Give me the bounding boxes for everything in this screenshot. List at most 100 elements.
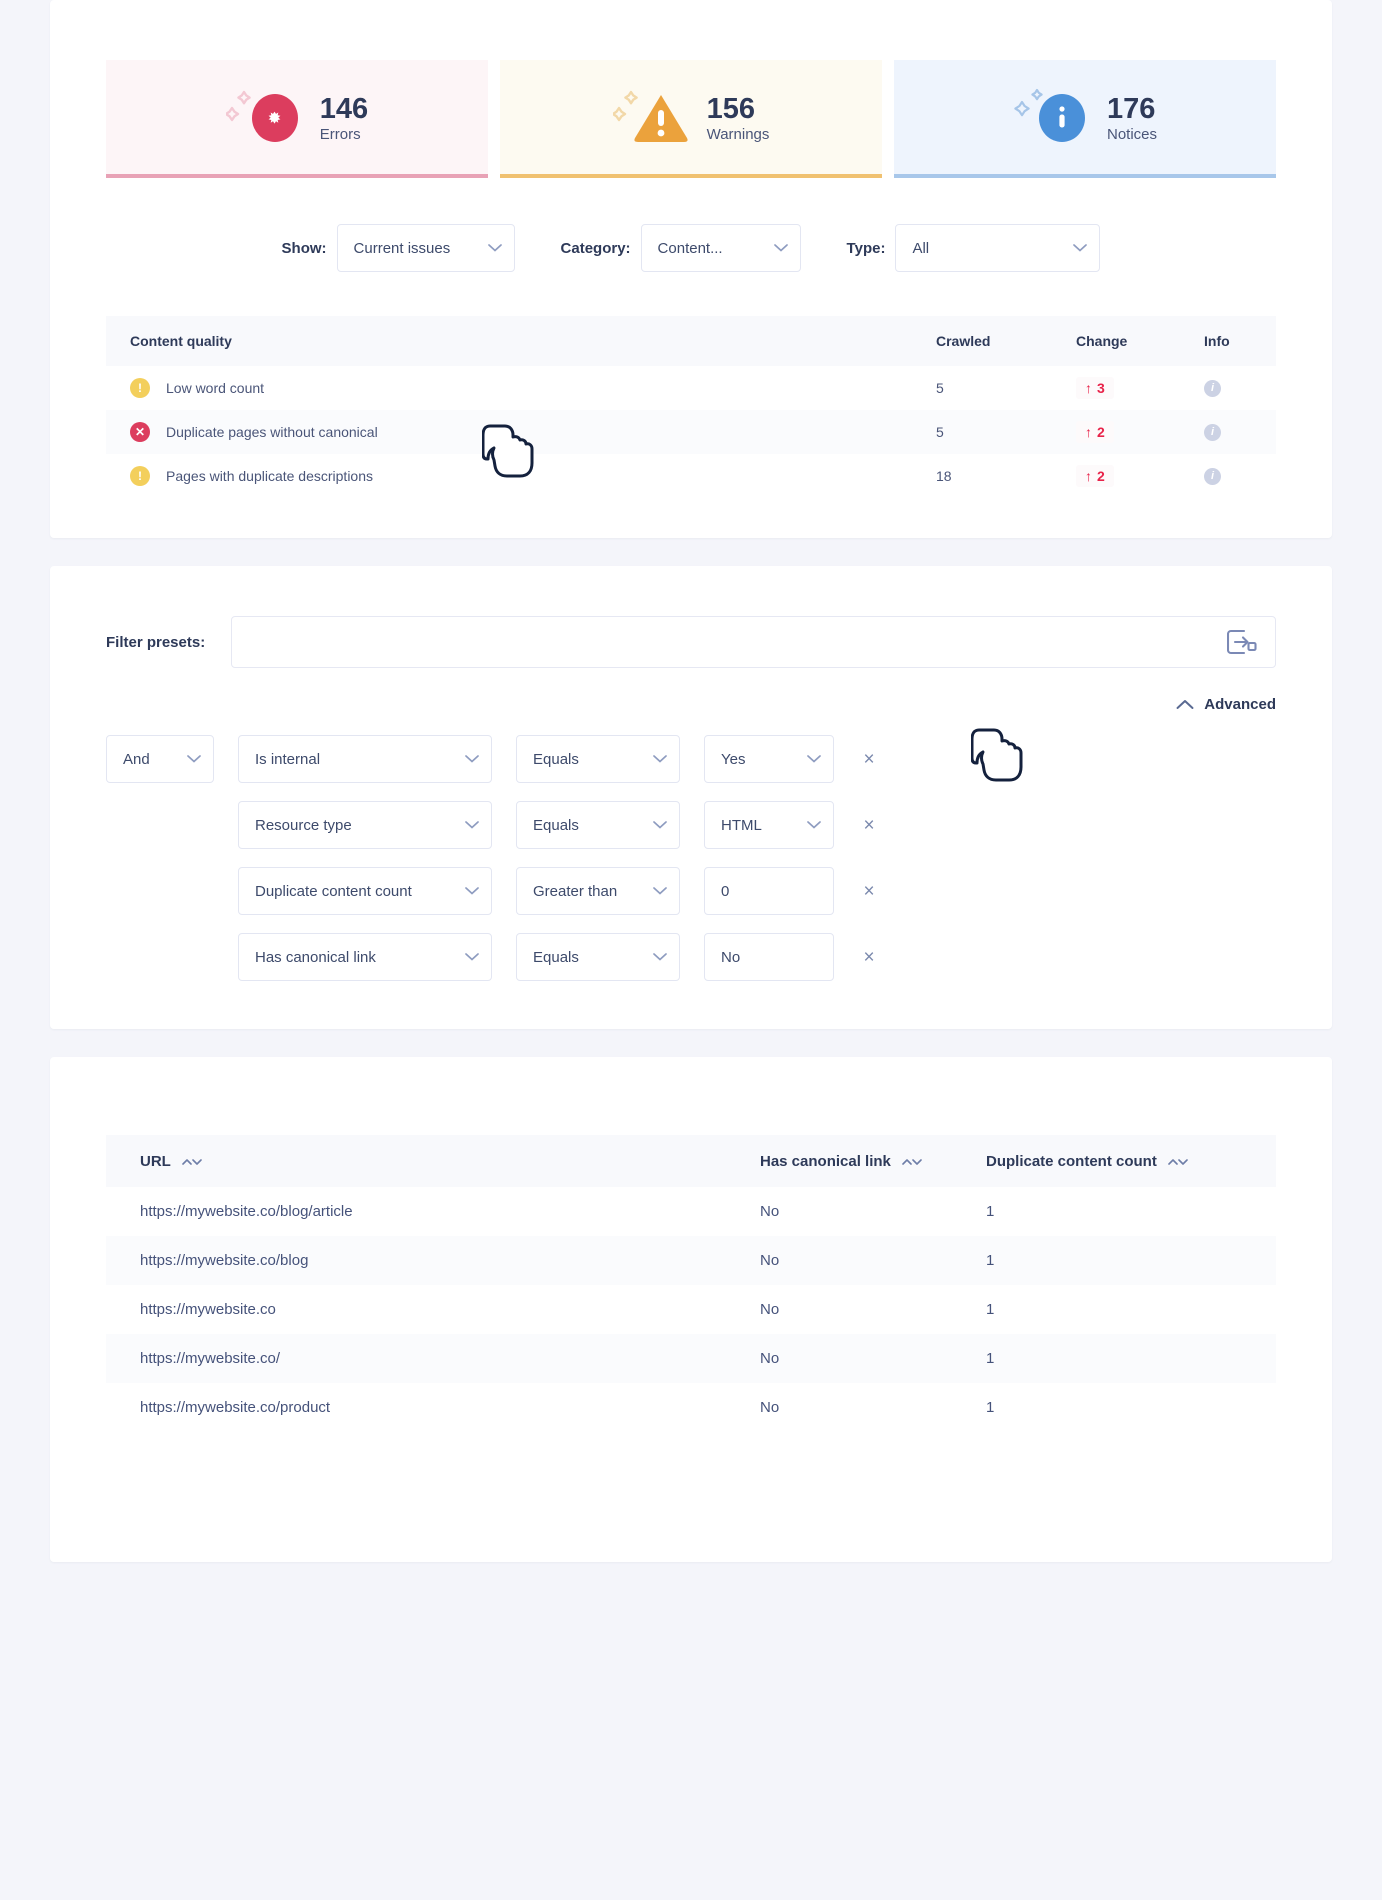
crawled-value: 5	[936, 424, 944, 440]
info-icon[interactable]: i	[1204, 467, 1221, 485]
header-canonical-cell[interactable]: Has canonical link	[760, 1153, 986, 1170]
filter-condition-row: Resource type Equals HTML ×	[106, 801, 1276, 849]
change-badge: ↑ 3	[1076, 377, 1114, 399]
change-value: 3	[1097, 380, 1105, 396]
remove-condition-button[interactable]: ×	[858, 748, 880, 770]
table-row[interactable]: https://mywebsite.co/product No 1	[106, 1383, 1276, 1432]
chevron-down-icon	[465, 821, 479, 830]
result-canonical: No	[760, 1350, 780, 1367]
logical-operator-value: And	[123, 750, 150, 768]
info-icon[interactable]: i	[1204, 423, 1221, 441]
type-select[interactable]: All	[895, 224, 1101, 272]
change-cell: ↑ 3	[1076, 377, 1204, 399]
issue-name-cell: ✕ Duplicate pages without canonical	[106, 422, 936, 442]
summary-card-notices[interactable]: 176 Notices	[894, 60, 1276, 178]
header-duplicate-cell[interactable]: Duplicate content count	[986, 1153, 1276, 1170]
summary-card-warnings[interactable]: 156 Warnings	[500, 60, 882, 178]
warnings-label: Warnings	[706, 126, 770, 143]
remove-condition-button[interactable]: ×	[858, 946, 880, 968]
result-url[interactable]: https://mywebsite.co/blog	[106, 1252, 760, 1269]
summary-cards-row: 146 Errors 156 Warnings 176 Notices	[50, 60, 1332, 178]
type-select-value: All	[912, 239, 930, 257]
result-url[interactable]: https://mywebsite.co	[106, 1301, 760, 1318]
condition-field-select[interactable]: Has canonical link	[238, 933, 492, 981]
result-duplicate-count: 1	[986, 1203, 995, 1220]
chevron-down-icon	[807, 755, 821, 764]
condition-value-input[interactable]: No	[704, 933, 834, 981]
filter-presets-label: Filter presets:	[106, 633, 206, 651]
condition-comparator-select[interactable]: Equals	[516, 735, 680, 783]
condition-value: HTML	[721, 816, 762, 834]
filter-condition-row: Duplicate content count Greater than 0 ×	[106, 867, 1276, 915]
errors-underline	[106, 174, 488, 178]
table-row[interactable]: ! Low word count 5 ↑ 3 i	[106, 366, 1276, 410]
result-url[interactable]: https://mywebsite.co/blog/article	[106, 1203, 760, 1220]
info-badge-icon	[1038, 94, 1085, 142]
result-canonical: No	[760, 1301, 780, 1318]
change-badge: ↑ 2	[1076, 421, 1114, 443]
warnings-icon-group	[612, 88, 688, 150]
condition-value-input[interactable]: 0	[704, 867, 834, 915]
issue-name-cell: ! Pages with duplicate descriptions	[106, 466, 936, 486]
category-select[interactable]: Content...	[640, 224, 801, 272]
info-glyph-icon	[1059, 106, 1065, 128]
issue-name[interactable]: Duplicate pages without canonical	[166, 424, 378, 440]
chevron-down-icon	[653, 755, 667, 764]
show-select[interactable]: Current issues	[336, 224, 515, 272]
summary-card-errors[interactable]: 146 Errors	[106, 60, 488, 178]
notices-underline	[894, 174, 1276, 178]
save-preset-icon[interactable]	[1227, 629, 1257, 655]
table-row[interactable]: ✕ Duplicate pages without canonical 5 ↑ …	[106, 410, 1276, 454]
chevron-down-icon	[187, 755, 201, 764]
table-row[interactable]: ! Pages with duplicate descriptions 18 ↑…	[106, 454, 1276, 498]
condition-value: Yes	[721, 750, 746, 768]
condition-value: No	[721, 948, 741, 966]
arrow-up-icon: ↑	[1085, 468, 1092, 484]
condition-field-value: Is internal	[255, 750, 321, 768]
sort-toggle-icon[interactable]	[902, 1155, 922, 1169]
filter-condition-row: Has canonical link Equals No ×	[106, 933, 1276, 981]
condition-comparator-value: Equals	[533, 816, 579, 834]
table-row[interactable]: https://mywebsite.co/blog No 1	[106, 1236, 1276, 1285]
remove-condition-button[interactable]: ×	[858, 880, 880, 902]
header-info: Info	[1204, 333, 1230, 349]
table-row[interactable]: https://mywebsite.co/ No 1	[106, 1334, 1276, 1383]
notices-count: 176	[1106, 93, 1156, 125]
result-url[interactable]: https://mywebsite.co/product	[106, 1399, 760, 1416]
chevron-up-icon	[1176, 699, 1194, 710]
issue-name[interactable]: Pages with duplicate descriptions	[166, 468, 373, 484]
remove-condition-button[interactable]: ×	[858, 814, 880, 836]
condition-comparator-select[interactable]: Equals	[516, 801, 680, 849]
chevron-down-icon	[653, 953, 667, 962]
x-mark-icon	[268, 111, 281, 124]
header-url-cell[interactable]: URL	[106, 1153, 760, 1170]
condition-field-select[interactable]: Resource type	[238, 801, 492, 849]
condition-value-select[interactable]: HTML	[704, 801, 834, 849]
result-canonical: No	[760, 1252, 780, 1269]
condition-comparator-select[interactable]: Greater than	[516, 867, 680, 915]
condition-value-select[interactable]: Yes	[704, 735, 834, 783]
condition-comparator-select[interactable]: Equals	[516, 933, 680, 981]
info-cell: i	[1204, 467, 1276, 485]
info-icon[interactable]: i	[1204, 379, 1221, 397]
issue-name[interactable]: Low word count	[166, 380, 264, 396]
chevron-down-icon	[1073, 244, 1088, 253]
sort-toggle-icon[interactable]	[1168, 1155, 1188, 1169]
logical-operator-select[interactable]: And	[106, 735, 214, 783]
result-url[interactable]: https://mywebsite.co/	[106, 1350, 760, 1367]
condition-field-select[interactable]: Duplicate content count	[238, 867, 492, 915]
header-canonical: Has canonical link	[760, 1152, 891, 1170]
condition-field-select[interactable]: Is internal	[238, 735, 492, 783]
filter-presets-input[interactable]	[231, 616, 1276, 668]
condition-field-value: Duplicate content count	[255, 882, 412, 900]
issue-name-cell: ! Low word count	[106, 378, 936, 398]
table-row[interactable]: https://mywebsite.co/blog/article No 1	[106, 1187, 1276, 1236]
table-row[interactable]: https://mywebsite.co No 1	[106, 1285, 1276, 1334]
change-value: 2	[1097, 424, 1105, 440]
advanced-toggle-row[interactable]: Advanced	[106, 696, 1276, 713]
crawled-value: 5	[936, 380, 944, 396]
sort-toggle-icon[interactable]	[181, 1155, 202, 1169]
category-label: Category:	[560, 239, 631, 257]
result-duplicate-count: 1	[986, 1252, 995, 1269]
result-duplicate-count: 1	[986, 1301, 995, 1318]
